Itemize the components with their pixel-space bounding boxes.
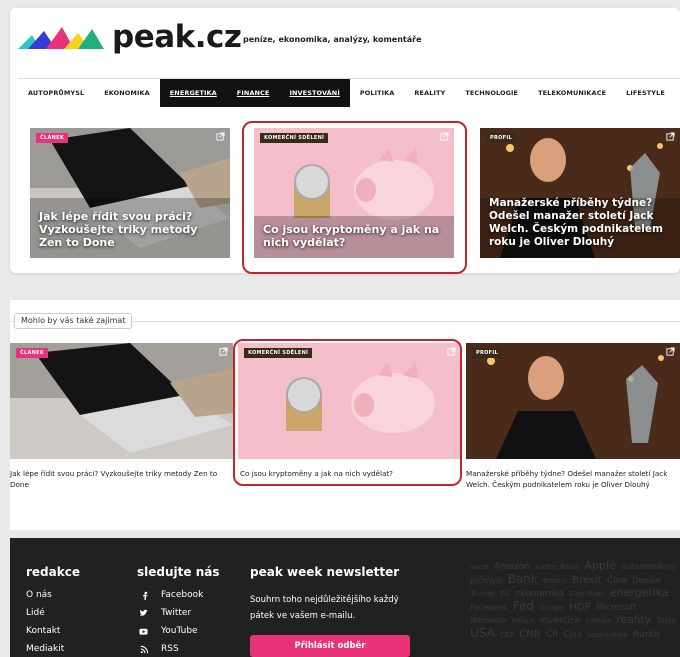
tag-link[interactable]: investice [540, 616, 580, 626]
highlight-outline [242, 121, 467, 274]
nav-item-politika[interactable]: POLITIKA [350, 79, 405, 107]
tile-badge: PROFIL [472, 348, 503, 358]
tag-link[interactable]: Bitcoin [543, 577, 567, 585]
article-tile-profile[interactable]: PROFIL Manažerské příběhy týdne? Odešel … [480, 128, 680, 258]
tag-cloud: akcie Amazon Andrej Babiš Apple automobi… [470, 560, 680, 655]
tag-link[interactable]: ČR [546, 630, 559, 640]
footer-link-lide[interactable]: Lidé [26, 608, 45, 618]
tag-link[interactable]: Fed [513, 599, 534, 613]
tag-link[interactable]: Facebook [470, 603, 508, 612]
nav-item-ekonomika[interactable]: EKONOMIKA [94, 79, 160, 107]
footer-link-facebook[interactable]: Facebook [161, 590, 203, 600]
tag-link[interactable]: Rusko [633, 630, 660, 640]
subscribe-button[interactable]: Přihlásit odběr [250, 635, 410, 657]
nav-item-autoprumysl[interactable]: AUTOPRŮMYSL [18, 79, 94, 107]
tile-title[interactable]: Jak lépe řídit svou práci? Vyzkoušejte t… [39, 210, 222, 249]
logo-mark-icon [18, 27, 104, 49]
header-card: peak.cz peníze, ekonomika, analýzy, kome… [10, 8, 680, 274]
tag-link[interactable]: Andrej Babiš [535, 563, 579, 571]
newsletter-text: Souhrn toho nejdůležitějšího každý pátek… [250, 595, 399, 621]
manager-photo [466, 343, 680, 459]
tag-link[interactable]: Nitmedia [470, 616, 506, 625]
footer-link-youtube[interactable]: YouTube [161, 626, 198, 636]
tag-link[interactable]: Amazon [494, 562, 530, 572]
related-tile-profile[interactable]: PROFIL [466, 343, 680, 459]
facebook-icon [143, 591, 148, 600]
footer-link-mediakit[interactable]: Mediakit [26, 644, 64, 654]
tag-link[interactable]: politika [586, 617, 612, 625]
external-link-icon[interactable] [219, 347, 228, 356]
tag-link[interactable]: Brexit [572, 575, 601, 586]
related-caption[interactable]: Manažerské příběhy týdne? Odešel manažer… [466, 468, 678, 490]
nav-item-finance[interactable]: FINANCE [226, 78, 280, 107]
tag-link[interactable]: EU [500, 590, 510, 598]
article-tile-zen[interactable]: ČLÁNEK Jak lépe řídit svou práci? Vyzkou… [30, 128, 230, 258]
tile-badge: ČLÁNEK [36, 133, 68, 143]
footer-link-kontakt[interactable]: Kontakt [26, 626, 60, 636]
logo-text: peak.cz [112, 19, 242, 55]
tile-title[interactable]: Manažerské příběhy týdne? Odešel manažer… [489, 197, 672, 249]
external-link-icon[interactable] [216, 132, 225, 141]
footer-heading-redakce: redakce [26, 565, 80, 579]
external-link-icon[interactable] [666, 347, 675, 356]
tag-link[interactable]: Bank [508, 572, 538, 586]
section-label: Mohlo by vás také zajímat [14, 313, 133, 329]
tag-link[interactable]: ekonomika [515, 589, 564, 599]
rss-icon [140, 645, 149, 654]
tag-link[interactable]: ČNB [519, 629, 540, 640]
tag-link[interactable]: USA [470, 626, 495, 640]
footer-heading-newsletter: peak week newsletter [250, 565, 400, 579]
tag-link[interactable]: podnikatelé [587, 631, 628, 639]
tag-link[interactable]: HDP [569, 602, 590, 613]
nav-item-investovani[interactable]: INVESTOVÁNÍ [279, 78, 350, 107]
highlight-outline [233, 339, 462, 486]
nav-item-technologie[interactable]: TECHNOLOGIE [455, 79, 528, 107]
main-nav: AUTOPRŮMYSL EKONOMIKA ENERGETIKA FINANCE… [18, 78, 680, 107]
tag-link[interactable]: energetika [610, 586, 669, 599]
tag-link[interactable]: ČEZ [500, 631, 514, 639]
footer-heading-social: sledujte nás [137, 565, 220, 579]
related-caption[interactable]: Jak lépe řídit svou práci? Vyzkoušejte t… [10, 468, 232, 490]
page: peak.cz peníze, ekonomika, analýzy, kome… [0, 0, 680, 657]
related-tile-zen[interactable]: ČLÁNEK [10, 343, 233, 459]
footer-link-o-nas[interactable]: O nás [26, 590, 52, 600]
external-link-icon[interactable] [666, 132, 675, 141]
footer-link-twitter[interactable]: Twitter [161, 608, 191, 618]
nav-item-lifestyle[interactable]: LIFESTYLE [616, 79, 675, 107]
tag-link[interactable]: Tesla [656, 616, 676, 625]
tag-link[interactable]: Čína [564, 630, 582, 639]
tag-link[interactable]: Apple [585, 560, 616, 572]
tag-link[interactable]: akcie [470, 563, 488, 571]
tag-link[interactable]: reality [616, 613, 651, 626]
laptop-photo [10, 343, 233, 459]
tagline: peníze, ekonomika, analýzy, komentáře [243, 35, 422, 44]
tag-link[interactable]: inflace [512, 617, 535, 625]
site-logo[interactable]: peak.cz [18, 19, 242, 55]
tag-link[interactable]: Čína [607, 576, 627, 586]
site-footer: redakce O nás Lidé Kontakt Mediakit sled… [10, 538, 680, 657]
tile-badge: PROFIL [486, 133, 517, 143]
twitter-icon [139, 609, 148, 616]
tag-link[interactable]: Elon Musk [569, 590, 605, 598]
related-articles-section: Mohlo by vás také zajímat ČLÁNEK Jak lép… [10, 300, 680, 530]
tag-link[interactable]: Google [539, 604, 564, 612]
nav-item-telekomunikace[interactable]: TELEKOMUNIKACE [528, 79, 616, 107]
tag-link[interactable]: Microsoft [596, 603, 637, 613]
tile-badge: ČLÁNEK [16, 348, 48, 358]
nav-item-reality[interactable]: REALITY [404, 79, 455, 107]
youtube-icon [139, 628, 148, 635]
footer-link-rss[interactable]: RSS [161, 644, 179, 654]
nav-item-energetika[interactable]: ENERGETIKA [159, 78, 227, 107]
